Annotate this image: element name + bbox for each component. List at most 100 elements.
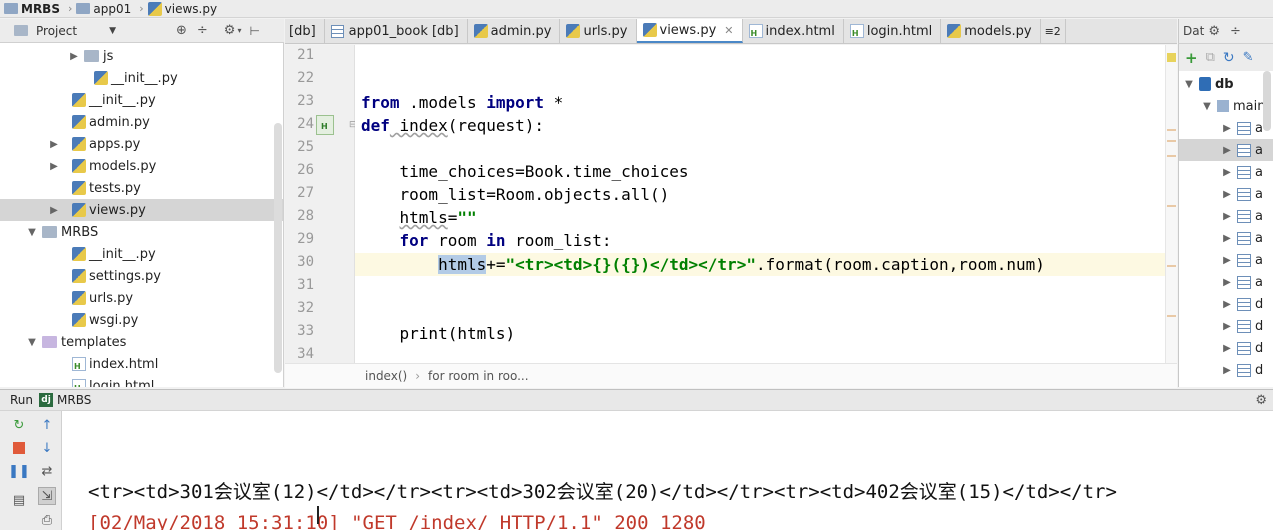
db-table[interactable]: ▶ a bbox=[1179, 205, 1273, 227]
rerun-icon[interactable]: ↻ bbox=[10, 416, 28, 434]
db-table[interactable]: ▶ d bbox=[1179, 359, 1273, 381]
db-root[interactable]: ▼ db bbox=[1179, 73, 1273, 95]
scroll-to-end-icon[interactable]: ⇲ bbox=[38, 487, 56, 505]
warning-marker[interactable] bbox=[1167, 129, 1176, 131]
print-icon[interactable]: ⎙ bbox=[38, 511, 56, 529]
console-output[interactable]: <tr><td>301会议室(12)</td></tr><tr><td>302会… bbox=[62, 411, 1273, 530]
tree-item-file[interactable]: index.html bbox=[0, 353, 283, 375]
tree-item-file[interactable]: ▶ views.py bbox=[0, 199, 283, 221]
tree-item-file[interactable]: settings.py bbox=[0, 265, 283, 287]
tree-item-file[interactable]: ▶ models.py bbox=[0, 155, 283, 177]
tree-item-folder[interactable]: ▼ templates bbox=[0, 331, 283, 353]
editor-scrollbar[interactable] bbox=[1165, 45, 1177, 363]
tree-item-file[interactable]: __init__.py bbox=[0, 243, 283, 265]
tab-models[interactable]: models.py bbox=[941, 19, 1041, 43]
expand-arrow-icon[interactable]: ▶ bbox=[1221, 277, 1233, 288]
gear-icon[interactable]: ⚙ bbox=[1208, 24, 1220, 39]
collapse-arrow-icon[interactable]: ▼ bbox=[26, 227, 38, 238]
arrow-up-icon[interactable]: ↑ bbox=[38, 416, 56, 434]
collapse-icon[interactable]: ÷ bbox=[1230, 24, 1241, 39]
db-table[interactable]: ▶ d bbox=[1179, 315, 1273, 337]
run-configuration[interactable]: MRBS bbox=[57, 393, 91, 407]
warning-marker[interactable] bbox=[1167, 155, 1176, 157]
tree-item-file[interactable]: urls.py bbox=[0, 287, 283, 309]
tree-item-file[interactable]: login.html bbox=[0, 375, 283, 387]
breadcrumb-file[interactable]: views.py bbox=[147, 1, 217, 16]
collapse-arrow-icon[interactable]: ▼ bbox=[1183, 79, 1195, 90]
expand-arrow-icon[interactable]: ▶ bbox=[1221, 299, 1233, 310]
html-gutter-icon[interactable]: H bbox=[316, 115, 334, 135]
warning-marker[interactable] bbox=[1167, 265, 1176, 267]
expand-arrow-icon[interactable]: ▶ bbox=[1221, 233, 1233, 244]
pause-icon[interactable]: ❚❚ bbox=[8, 462, 30, 480]
db-table[interactable]: ▶ a bbox=[1179, 161, 1273, 183]
tree-item-file[interactable]: wsgi.py bbox=[0, 309, 283, 331]
breadcrumb-project[interactable]: MRBS bbox=[4, 2, 60, 16]
status-marker[interactable] bbox=[1167, 53, 1176, 62]
warning-marker[interactable] bbox=[1167, 315, 1176, 317]
scrollbar[interactable] bbox=[1263, 71, 1271, 131]
tab-urls[interactable]: urls.py bbox=[560, 19, 637, 43]
tree-item-file[interactable]: __init__.py bbox=[0, 67, 283, 89]
expand-arrow-icon[interactable]: ▶ bbox=[48, 161, 60, 172]
expand-arrow-icon[interactable]: ▶ bbox=[1221, 255, 1233, 266]
tab-db[interactable]: [db] bbox=[285, 19, 325, 43]
stop-icon[interactable] bbox=[10, 439, 28, 457]
expand-arrow-icon[interactable]: ▶ bbox=[1221, 365, 1233, 376]
tab-admin[interactable]: admin.py bbox=[467, 19, 561, 43]
tab-views[interactable]: views.py ✕ bbox=[636, 19, 743, 43]
collapse-arrow-icon[interactable]: ▼ bbox=[26, 337, 38, 348]
expand-arrow-icon[interactable]: ▶ bbox=[1221, 189, 1233, 200]
breadcrumb-folder[interactable]: app01 bbox=[76, 2, 131, 16]
project-view-selector[interactable]: Project bbox=[36, 24, 77, 38]
breadcrumb-loop[interactable]: for room in roo... bbox=[428, 369, 529, 383]
tree-item-file[interactable]: ▶ apps.py bbox=[0, 133, 283, 155]
breadcrumb-function[interactable]: index() bbox=[365, 369, 407, 383]
collapse-arrow-icon[interactable]: ▼ bbox=[1201, 101, 1213, 112]
tab-login[interactable]: login.html bbox=[843, 19, 942, 43]
dropdown-arrow-icon[interactable]: ▼ bbox=[109, 26, 116, 36]
expand-arrow-icon[interactable]: ▶ bbox=[1221, 211, 1233, 222]
db-table[interactable]: ▶ a bbox=[1179, 183, 1273, 205]
expand-arrow-icon[interactable]: ▶ bbox=[1221, 321, 1233, 332]
warning-marker[interactable] bbox=[1167, 140, 1176, 142]
dropdown-arrow-icon[interactable]: ▾ bbox=[237, 26, 241, 35]
copy-icon[interactable]: ⧉ bbox=[1206, 50, 1215, 65]
db-table[interactable]: ▶ a bbox=[1179, 227, 1273, 249]
hide-panel-icon[interactable]: ⊢ bbox=[249, 24, 259, 38]
code-editor[interactable]: from .models import * def index(request)… bbox=[355, 45, 1165, 363]
warning-marker[interactable] bbox=[1167, 205, 1176, 207]
expand-arrow-icon[interactable]: ▶ bbox=[68, 51, 80, 62]
db-table[interactable]: ▶ a bbox=[1179, 139, 1273, 161]
tree-item-js[interactable]: ▶ js bbox=[0, 45, 283, 67]
db-table[interactable]: ▶ a bbox=[1179, 117, 1273, 139]
tree-item-file[interactable]: tests.py bbox=[0, 177, 283, 199]
db-table[interactable]: ▶ d bbox=[1179, 337, 1273, 359]
collapse-icon[interactable]: ÷ bbox=[197, 23, 208, 38]
expand-arrow-icon[interactable]: ▶ bbox=[48, 139, 60, 150]
tree-item-file[interactable]: admin.py bbox=[0, 111, 283, 133]
arrow-down-icon[interactable]: ↓ bbox=[38, 439, 56, 457]
expand-arrow-icon[interactable]: ▶ bbox=[1221, 145, 1233, 156]
tree-item-file[interactable]: __init__.py bbox=[0, 89, 283, 111]
expand-arrow-icon[interactable]: ▶ bbox=[1221, 123, 1233, 134]
sync-icon[interactable]: ⊕ bbox=[176, 23, 187, 38]
edit-icon[interactable]: ✎ bbox=[1243, 50, 1254, 65]
db-schema[interactable]: ▼ main bbox=[1179, 95, 1273, 117]
soft-wrap-icon[interactable]: ⇄ bbox=[38, 462, 56, 480]
tab-app01-book[interactable]: app01_book [db] bbox=[324, 19, 468, 43]
expand-arrow-icon[interactable]: ▶ bbox=[1221, 343, 1233, 354]
tree-item-folder[interactable]: ▼ MRBS bbox=[0, 221, 283, 243]
layout-icon[interactable]: ▤ bbox=[10, 491, 28, 509]
expand-arrow-icon[interactable]: ▶ bbox=[48, 205, 60, 216]
tab-index[interactable]: index.html bbox=[742, 19, 844, 43]
expand-arrow-icon[interactable]: ▶ bbox=[1221, 167, 1233, 178]
db-table[interactable]: ▶ a bbox=[1179, 271, 1273, 293]
add-icon[interactable]: + bbox=[1185, 49, 1198, 67]
gear-icon[interactable]: ⚙ bbox=[224, 23, 236, 38]
close-icon[interactable]: ✕ bbox=[724, 24, 733, 37]
scrollbar[interactable] bbox=[274, 123, 282, 373]
tab-overflow-button[interactable]: ≡2 bbox=[1040, 19, 1066, 43]
refresh-icon[interactable]: ↻ bbox=[1223, 50, 1235, 66]
db-table[interactable]: ▶ a bbox=[1179, 249, 1273, 271]
